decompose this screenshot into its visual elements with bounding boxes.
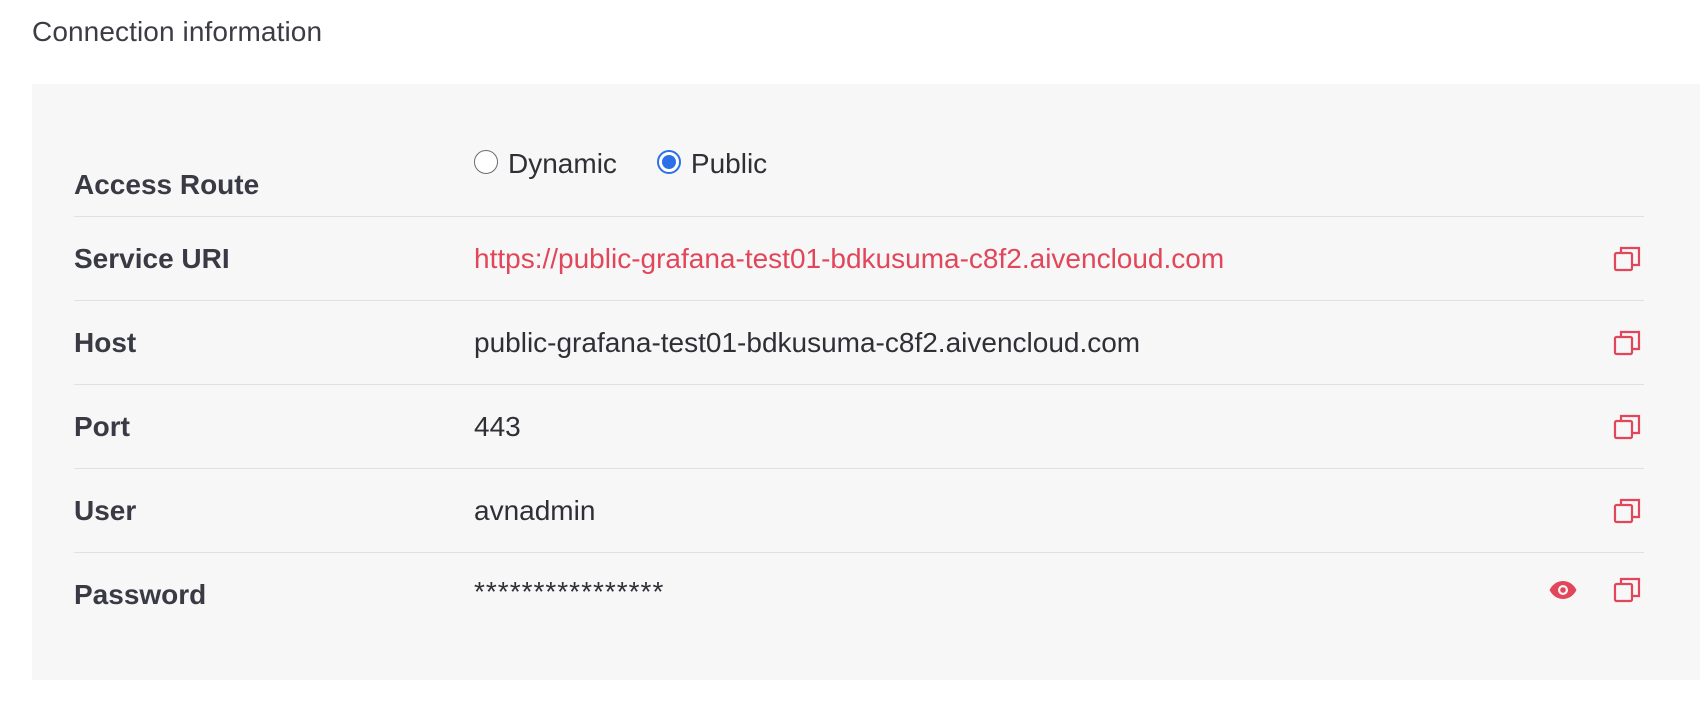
radio-public[interactable] — [656, 150, 681, 174]
host-row: Host public-grafana-test01-bdkusuma-c8f2… — [74, 301, 1644, 385]
password-label: Password — [74, 579, 207, 610]
copy-password-button[interactable] — [1610, 573, 1644, 607]
copy-icon — [1613, 330, 1641, 355]
copy-user-button[interactable] — [1610, 494, 1644, 528]
access-route-radio-group: Dynamic Public — [474, 148, 767, 180]
copy-host-button[interactable] — [1610, 326, 1644, 360]
radio-option-public[interactable]: Public — [656, 148, 767, 180]
host-label: Host — [74, 326, 137, 358]
user-value: avnadmin — [474, 494, 596, 526]
password-row: Password **************** — [74, 553, 1644, 637]
radio-dynamic-label[interactable]: Dynamic — [508, 148, 617, 180]
access-route-label: Access Route — [74, 169, 260, 200]
host-value: public-grafana-test01-bdkusuma-c8f2.aive… — [474, 326, 1141, 358]
service-uri-row: Service URI https://public-grafana-test0… — [74, 217, 1644, 301]
user-label: User — [74, 494, 137, 526]
copy-icon — [1613, 498, 1641, 523]
user-row: User avnadmin — [74, 469, 1644, 553]
copy-icon — [1613, 577, 1641, 603]
reveal-password-button[interactable] — [1546, 573, 1580, 607]
radio-option-dynamic[interactable]: Dynamic — [474, 148, 617, 180]
radio-dynamic[interactable] — [474, 150, 498, 174]
connection-info-list: Access Route Dynamic Public Service URI … — [74, 128, 1644, 637]
copy-icon — [1613, 246, 1641, 271]
port-row: Port 443 — [74, 385, 1644, 469]
service-uri-link[interactable]: https://public-grafana-test01-bdkusuma-c… — [474, 243, 1224, 275]
copy-icon — [1613, 414, 1641, 439]
service-uri-label: Service URI — [74, 242, 230, 274]
access-route-row: Access Route Dynamic Public — [74, 128, 1644, 217]
port-label: Port — [74, 410, 130, 442]
port-value: 443 — [474, 410, 521, 442]
section-title: Connection information — [32, 16, 323, 47]
eye-icon — [1549, 581, 1577, 599]
radio-public-label[interactable]: Public — [691, 148, 767, 180]
copy-service-uri-button[interactable] — [1610, 242, 1644, 276]
copy-port-button[interactable] — [1610, 410, 1644, 444]
connection-info-panel: Access Route Dynamic Public Service URI … — [32, 84, 1700, 680]
password-value: **************** — [474, 576, 665, 607]
